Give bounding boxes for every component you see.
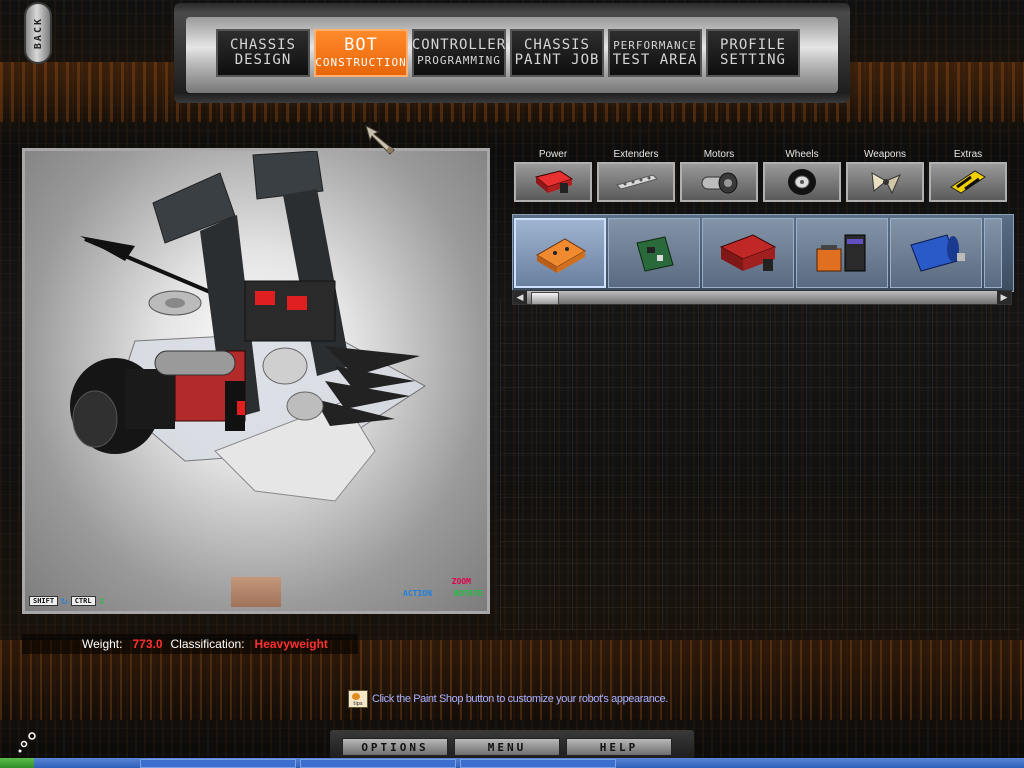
taskbar-item[interactable] <box>140 759 296 768</box>
category-label: Weapons <box>863 149 907 160</box>
part-item[interactable] <box>514 218 606 288</box>
battery-icon <box>534 170 574 193</box>
tab-line1: PROFILE <box>719 37 786 53</box>
mouse-cursor-icon <box>365 125 395 155</box>
classification-label: Classification: <box>170 637 245 651</box>
weight-label: Weight: <box>82 637 123 651</box>
twin-battery-icon <box>816 234 866 272</box>
extender-bar-icon <box>616 174 658 190</box>
category-label: Extras <box>953 149 983 160</box>
robot-3d-viewport[interactable]: SHIFT ↻ CTRL ↕ ZOOM ACTION ROTATE <box>22 148 490 614</box>
top-navigation-tabs: CHASSIS DESIGN BOT CONSTRUCTION CONTROLL… <box>216 29 800 77</box>
circuit-board-background <box>500 300 1020 630</box>
robot-model-icon <box>70 151 426 502</box>
rotate-label: ROTATE <box>454 589 483 598</box>
tip-row: tips Click the Paint Shop button to cust… <box>348 690 668 708</box>
selected-part-thumbnail <box>231 577 281 607</box>
tip-text: Click the Paint Shop button to customize… <box>372 693 668 705</box>
parts-carousel[interactable] <box>512 214 1014 292</box>
category-wheels-button[interactable] <box>763 162 841 202</box>
move-vertical-arrow-icon: ↕ <box>98 594 106 607</box>
category-power[interactable]: Power <box>513 148 593 202</box>
category-label: Wheels <box>785 149 819 160</box>
top-navigation-frame: CHASSIS DESIGN BOT CONSTRUCTION CONTROLL… <box>174 3 850 103</box>
parts-scrollbar[interactable]: ◀ ▶ <box>512 290 1012 305</box>
tab-chassis-design[interactable]: CHASSIS DESIGN <box>216 29 310 77</box>
taskbar-item[interactable] <box>460 759 616 768</box>
tab-controller-programming[interactable]: CONTROLLER PROGRAMMING <box>412 29 506 77</box>
action-label: ACTION <box>403 589 432 598</box>
tab-line1: BOT <box>344 35 378 55</box>
category-extenders-button[interactable] <box>597 162 675 202</box>
tab-line2: SETTING <box>719 52 786 68</box>
back-button[interactable]: BACK <box>24 2 52 64</box>
part-item[interactable] <box>702 218 794 288</box>
start-button[interactable] <box>0 758 34 768</box>
category-label: Power <box>538 149 568 160</box>
back-button-label: BACK <box>32 16 44 50</box>
category-power-button[interactable] <box>514 162 592 202</box>
blade-icon <box>871 172 901 195</box>
os-taskbar <box>0 758 1024 768</box>
top-navigation-bezel: CHASSIS DESIGN BOT CONSTRUCTION CONTROLL… <box>186 17 838 93</box>
part-category-tabs: Power Extenders Motors Wheels Weapons Ex… <box>513 148 1008 202</box>
shift-key-label: SHIFT <box>29 595 59 606</box>
options-button[interactable]: OPTIONS <box>342 738 448 756</box>
red-battery-pack-icon <box>719 234 777 271</box>
scroll-thumb[interactable] <box>531 292 559 305</box>
tips-icon: tips <box>348 690 368 708</box>
category-extras-button[interactable] <box>929 162 1007 202</box>
menu-button[interactable]: MENU <box>454 738 560 756</box>
weight-value: 773.0 <box>132 637 163 651</box>
scroll-right-icon[interactable]: ▶ <box>997 291 1011 304</box>
tab-performance-test-area[interactable]: PERFORMANCE TEST AREA <box>608 29 702 77</box>
hazard-plate-icon <box>950 170 986 194</box>
viewport-key-legend: SHIFT ↻ CTRL ↕ <box>29 594 105 607</box>
tab-line1: CHASSIS <box>229 37 296 53</box>
tab-profile-setting[interactable]: PROFILE SETTING <box>706 29 800 77</box>
rotate-arrow-icon: ↻ <box>61 594 68 607</box>
category-weapons[interactable]: Weapons <box>845 148 925 202</box>
part-item[interactable] <box>890 218 982 288</box>
ctrl-key-label: CTRL <box>70 595 96 606</box>
tab-chassis-paint-job[interactable]: CHASSIS PAINT JOB <box>510 29 604 77</box>
scroll-left-icon[interactable]: ◀ <box>513 291 527 304</box>
tab-line2: DESIGN <box>234 52 292 68</box>
category-label: Motors <box>703 149 735 160</box>
tab-line2: PAINT JOB <box>514 52 600 68</box>
part-item[interactable] <box>608 218 700 288</box>
category-motors[interactable]: Motors <box>679 148 759 202</box>
game-logo-icon <box>18 732 36 753</box>
category-extenders[interactable]: Extenders <box>596 148 676 202</box>
category-motors-button[interactable] <box>680 162 758 202</box>
wheel-icon <box>788 169 816 195</box>
tab-line1: PERFORMANCE <box>613 39 697 52</box>
tab-line1: CONTROLLER <box>411 37 507 53</box>
circuit-board-part-icon <box>636 236 674 272</box>
tab-bot-construction[interactable]: BOT CONSTRUCTION <box>314 29 408 77</box>
category-label: Extenders <box>613 149 659 160</box>
orange-battery-pack-icon <box>536 238 586 273</box>
help-button[interactable]: HELP <box>566 738 672 756</box>
part-item[interactable] <box>984 218 1002 288</box>
category-weapons-button[interactable] <box>846 162 924 202</box>
tab-line2: CONSTRUCTION <box>315 56 407 69</box>
tab-line1: CHASSIS <box>523 37 590 53</box>
viewport-mouse-legend: ZOOM ACTION ROTATE <box>403 577 483 605</box>
tab-line2: PROGRAMMING <box>417 54 501 67</box>
tab-line2: TEST AREA <box>612 52 698 68</box>
category-extras[interactable]: Extras <box>928 148 1008 202</box>
part-item[interactable] <box>796 218 888 288</box>
tips-icon-label: tips <box>353 701 363 707</box>
taskbar-item[interactable] <box>300 759 456 768</box>
motor-icon <box>701 172 738 194</box>
bottom-menu-buttons: OPTIONS MENU HELP <box>342 738 672 756</box>
blue-canister-icon <box>910 234 965 272</box>
robot-stats-bar: Weight: 773.0 Classification: Heavyweigh… <box>22 634 358 654</box>
category-wheels[interactable]: Wheels <box>762 148 842 202</box>
classification-value: Heavyweight <box>254 637 328 651</box>
zoom-label: ZOOM <box>451 577 471 586</box>
